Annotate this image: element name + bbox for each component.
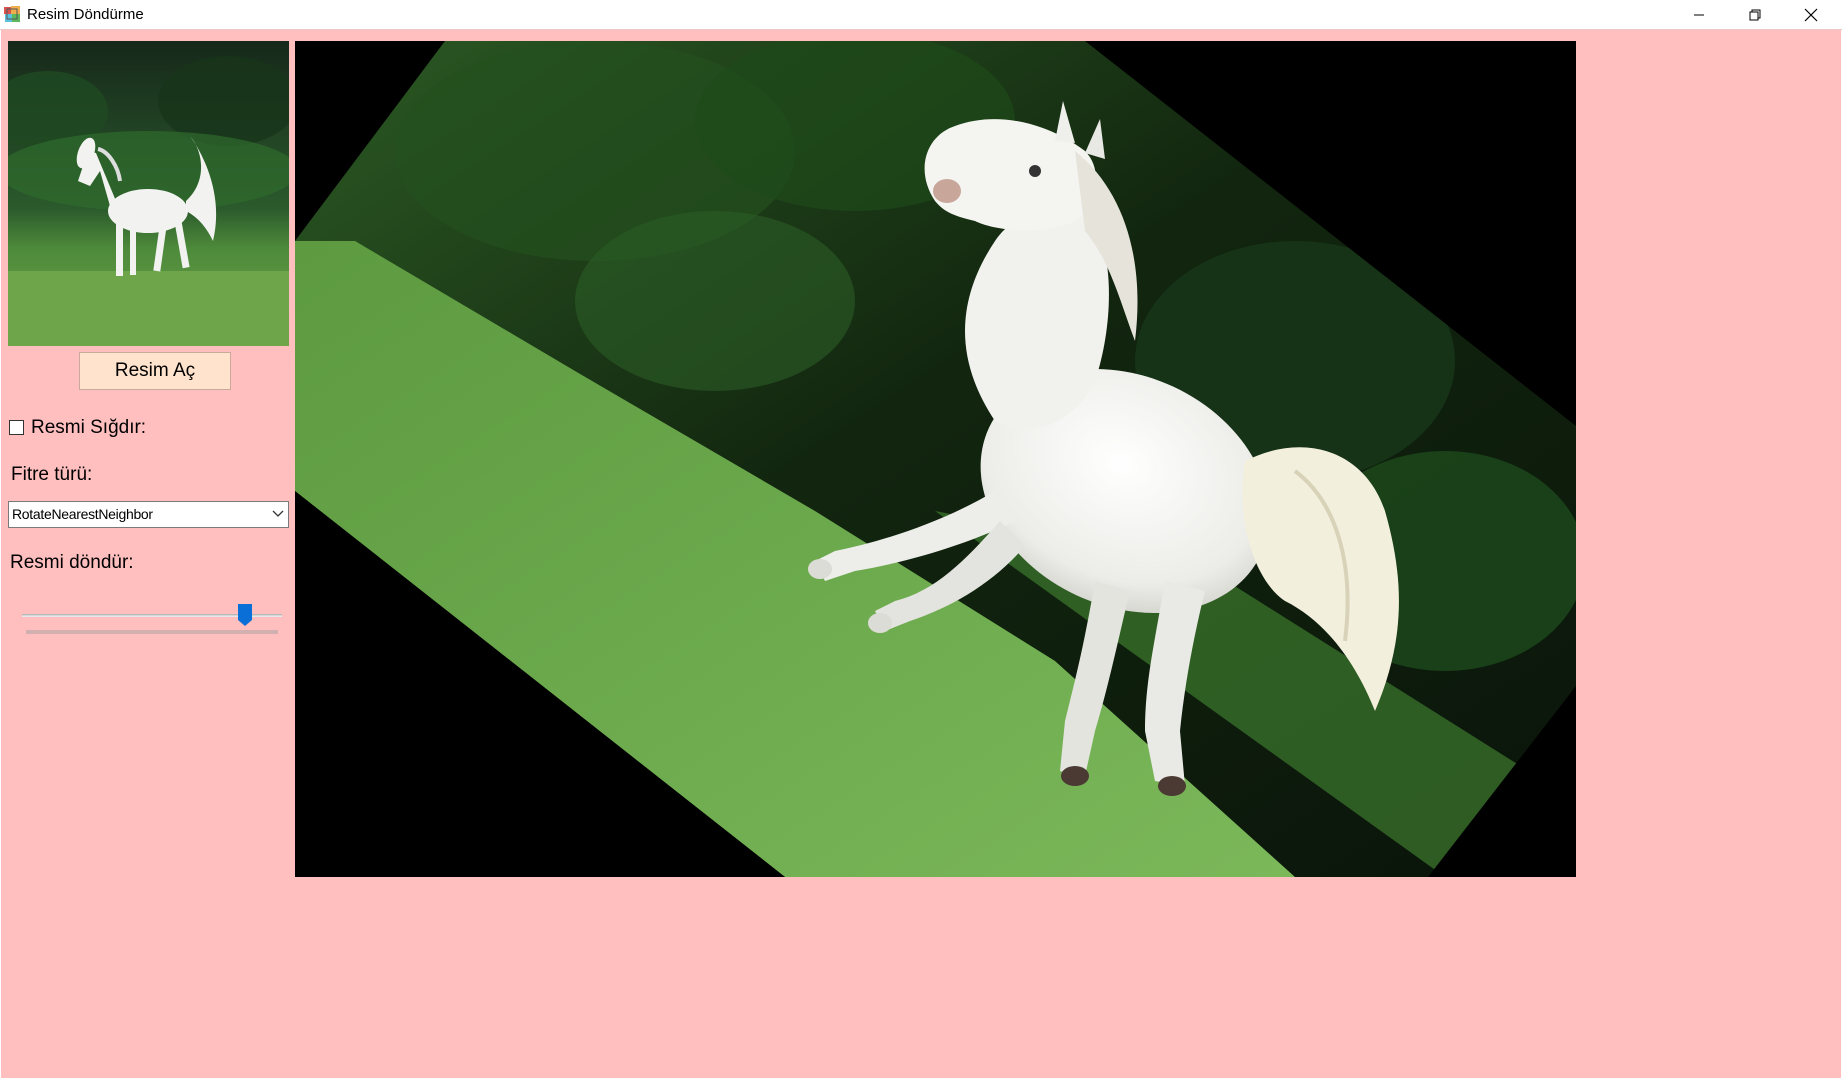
restore-icon bbox=[1749, 9, 1761, 20]
filter-type-label: Fitre türü: bbox=[11, 464, 93, 485]
close-icon bbox=[1804, 8, 1818, 21]
fit-image-label: Resmi Sığdır: bbox=[31, 417, 147, 438]
window-title: Resim Döndürme bbox=[27, 6, 144, 23]
restore-button[interactable] bbox=[1727, 0, 1783, 29]
slider-thumb[interactable] bbox=[238, 604, 253, 626]
close-button[interactable] bbox=[1783, 0, 1839, 29]
open-image-button[interactable]: Resim Aç bbox=[79, 352, 231, 390]
filter-type-value: RotateNearestNeighbor bbox=[12, 506, 153, 522]
minimize-button[interactable] bbox=[1671, 0, 1727, 29]
original-image-thumbnail bbox=[8, 41, 289, 346]
app-window: Resim Döndürme Resim Aç Resmi Sığdır: Fi… bbox=[0, 0, 1842, 1080]
rotated-image-preview bbox=[295, 41, 1576, 877]
chevron-down-icon bbox=[272, 510, 284, 517]
slider-tick-bar bbox=[26, 630, 278, 634]
client-area: Resim Aç Resmi Sığdır: Fitre türü: Rotat… bbox=[1, 30, 1841, 1078]
fit-image-checkbox[interactable] bbox=[9, 420, 24, 435]
rotate-slider[interactable] bbox=[22, 597, 282, 637]
app-icon bbox=[4, 6, 20, 22]
rotate-image-label: Resmi döndür: bbox=[10, 552, 134, 573]
title-bar[interactable]: Resim Döndürme bbox=[0, 0, 1842, 30]
filter-type-dropdown[interactable]: RotateNearestNeighbor bbox=[8, 501, 289, 528]
minimize-icon bbox=[1694, 14, 1704, 15]
